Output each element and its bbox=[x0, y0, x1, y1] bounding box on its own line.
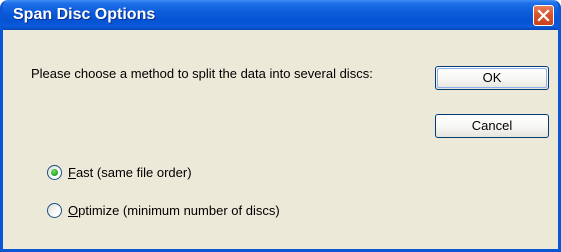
accelerator-key: F bbox=[68, 165, 76, 180]
ok-button[interactable]: OK bbox=[435, 66, 549, 90]
cancel-button-label: Cancel bbox=[471, 118, 513, 133]
radio-button-selected[interactable] bbox=[47, 165, 62, 180]
close-icon bbox=[537, 9, 550, 22]
radio-button-unselected[interactable] bbox=[47, 203, 62, 218]
dialog-title: Span Disc Options bbox=[13, 6, 156, 23]
span-disc-options-dialog: Span Disc Options Please choose a method… bbox=[0, 0, 561, 252]
radio-optimize-label-text: ptimize (minimum number of discs) bbox=[78, 203, 280, 218]
radio-selected-dot-icon bbox=[51, 169, 58, 176]
radio-fast-label-text: ast (same file order) bbox=[75, 165, 192, 180]
ok-button-label: OK bbox=[482, 70, 502, 85]
cancel-button[interactable]: Cancel bbox=[435, 114, 549, 138]
accelerator-key: O bbox=[68, 203, 79, 218]
title-bar[interactable]: Span Disc Options bbox=[3, 0, 558, 30]
instruction-text: Please choose a method to split the data… bbox=[31, 66, 373, 81]
radio-optimize-label: Optimize (minimum number of discs) bbox=[68, 203, 280, 218]
radio-fast-label: Fast (same file order) bbox=[68, 165, 192, 180]
close-button[interactable] bbox=[533, 5, 554, 26]
